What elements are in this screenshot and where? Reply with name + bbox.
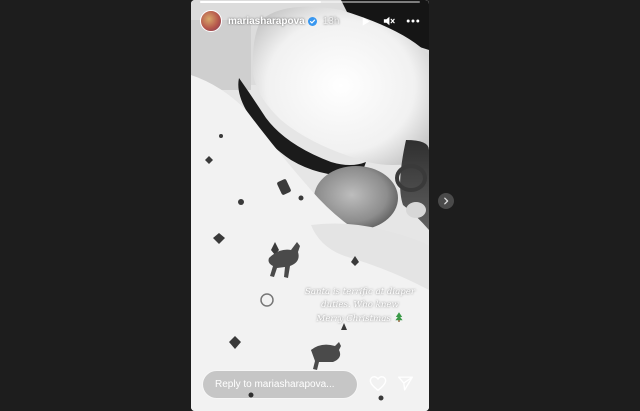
story-timestamp: 13h (322, 15, 340, 27)
caption-line-1: Santa is terrific at diaper (305, 287, 415, 297)
story-photo (191, 0, 429, 411)
story-controls (358, 14, 420, 28)
avatar[interactable] (200, 10, 222, 32)
story-progress-fill (200, 1, 321, 3)
more-options-icon (406, 19, 420, 23)
heart-icon (369, 376, 387, 391)
username[interactable]: mariasharapova (228, 16, 305, 27)
reply-input[interactable]: Reply to mariasharapova... (202, 370, 358, 399)
like-button[interactable] (369, 375, 387, 393)
next-story-button[interactable] (438, 193, 454, 209)
story-progress-bar (200, 1, 420, 3)
caption-line-3-wrap: Merry Christmas (296, 312, 424, 326)
story-frame[interactable] (191, 0, 429, 411)
share-button[interactable] (397, 375, 415, 393)
mute-button[interactable] (382, 14, 396, 28)
chevron-right-icon (444, 197, 449, 205)
caption-line-2: duties. Who knew (321, 300, 399, 310)
play-icon (362, 16, 370, 26)
story-caption: Santa is terrific at diaper duties. Who … (296, 286, 424, 326)
volume-muted-icon (383, 16, 395, 26)
verified-badge-icon (307, 16, 317, 26)
reply-placeholder: Reply to mariasharapova... (215, 379, 335, 390)
send-icon (398, 376, 413, 391)
christmas-tree-icon (395, 312, 404, 322)
story-header: mariasharapova 13h (200, 9, 420, 33)
more-options-button[interactable] (406, 14, 420, 28)
play-button[interactable] (358, 14, 372, 28)
story-viewer: mariasharapova 13h Santa is terrific at … (0, 0, 640, 411)
caption-line-3: Merry Christmas (316, 314, 391, 324)
